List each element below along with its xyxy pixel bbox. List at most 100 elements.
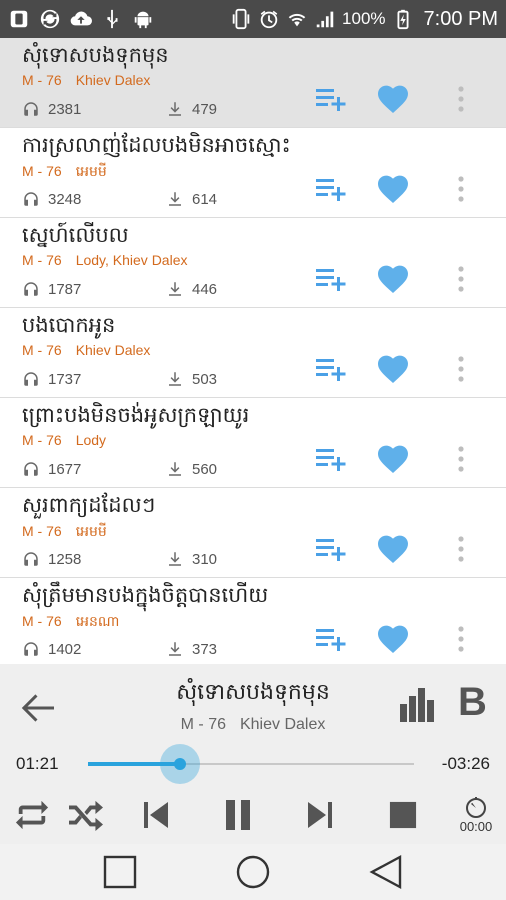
- playlist-add-icon: [316, 89, 346, 111]
- app-icon: [8, 8, 30, 30]
- playlist-add-icon: [316, 269, 346, 291]
- more-options-button[interactable]: [452, 624, 470, 654]
- more-vert-icon: [458, 176, 464, 202]
- home-button[interactable]: [233, 852, 273, 892]
- listen-count: 1258: [22, 550, 81, 568]
- song-album: M - 76: [22, 342, 62, 358]
- add-to-playlist-button[interactable]: [314, 174, 348, 204]
- b-button[interactable]: B: [458, 680, 487, 724]
- favorite-button[interactable]: [376, 352, 410, 386]
- shuffle-button[interactable]: [66, 794, 106, 836]
- previous-button[interactable]: [136, 794, 176, 836]
- song-artist: អេមមី: [75, 163, 107, 179]
- playlist-add-icon: [316, 359, 346, 381]
- download-icon: [169, 462, 181, 476]
- download-count-value: 479: [192, 100, 218, 118]
- favorite-button[interactable]: [376, 172, 410, 206]
- more-options-button[interactable]: [452, 264, 470, 294]
- listen-count-value: 3248: [48, 190, 82, 208]
- more-options-button[interactable]: [452, 534, 470, 564]
- clock: 7:00 PM: [423, 7, 498, 30]
- listen-count-value: 1787: [48, 280, 82, 298]
- download-icon: [169, 192, 181, 206]
- navigation-bar: [0, 844, 506, 900]
- listen-count: 1787: [22, 280, 81, 298]
- add-to-playlist-button[interactable]: [314, 534, 348, 564]
- circle-icon: [236, 855, 270, 889]
- more-options-button[interactable]: [452, 174, 470, 204]
- song-list[interactable]: សុំទោសបងទុកមុន M - 76 Khiev Dalex 2381 47…: [0, 38, 506, 664]
- add-to-playlist-button[interactable]: [314, 354, 348, 384]
- favorite-button[interactable]: [376, 442, 410, 476]
- song-row[interactable]: បងបោកអូន M - 76 Khiev Dalex 1737 503: [0, 308, 506, 398]
- triangle-back-icon: [369, 854, 402, 890]
- equalizer-button[interactable]: [398, 686, 436, 722]
- favorite-button[interactable]: [376, 262, 410, 296]
- add-to-playlist-button[interactable]: [314, 624, 348, 654]
- song-artist: Lody, Khiev Dalex: [75, 252, 188, 268]
- song-title: សុំត្រឹមមានបងក្នុងចិត្តបានហើយ: [22, 583, 269, 607]
- heart-icon: [378, 85, 408, 113]
- download-count: 446: [166, 280, 217, 298]
- download-icon: [169, 282, 181, 296]
- download-icon: [169, 372, 181, 386]
- favorite-button[interactable]: [376, 82, 410, 116]
- stop-button[interactable]: [382, 794, 424, 836]
- pause-button[interactable]: [218, 794, 258, 836]
- song-meta: M - 76 អេមមី: [22, 162, 107, 183]
- usb-icon: [101, 8, 123, 30]
- headphones-icon: [24, 372, 38, 386]
- recents-button[interactable]: [100, 852, 140, 892]
- song-row[interactable]: ស្នេហ៍លើបល M - 76 Lody, Khiev Dalex 1787 …: [0, 218, 506, 308]
- song-row[interactable]: សួរពាក្យដដែលៗ M - 76 អេមមី 1258 310: [0, 488, 506, 578]
- seek-bar[interactable]: [88, 744, 414, 784]
- repeat-button[interactable]: [12, 794, 52, 836]
- add-to-playlist-button[interactable]: [314, 264, 348, 294]
- now-playing-panel: សុំទោសបងទុកមុន M - 76 Khiev Dalex B 01:21…: [0, 664, 506, 844]
- listen-count-value: 2381: [48, 100, 82, 118]
- download-count-value: 310: [192, 550, 218, 568]
- song-album: M - 76: [22, 163, 62, 179]
- heart-icon: [378, 445, 408, 473]
- song-artist: អេនណា: [75, 613, 120, 629]
- download-count-value: 614: [192, 190, 218, 208]
- song-row[interactable]: សុំត្រឹមមានបងក្នុងចិត្តបានហើយ M - 76 អេនណ…: [0, 578, 506, 664]
- back-nav-button[interactable]: [366, 852, 406, 892]
- playlist-add-icon: [316, 539, 346, 561]
- next-button[interactable]: [300, 794, 340, 836]
- song-row[interactable]: ការស្រលាញ់ដែលបងមិនអាចស្មោះ M - 76 អេមមី 3…: [0, 128, 506, 218]
- listen-count-value: 1677: [48, 460, 82, 478]
- headphones-icon: [24, 552, 38, 566]
- download-icon: [169, 642, 181, 656]
- shuffle-icon: [69, 800, 103, 832]
- alarm-icon: [258, 8, 280, 30]
- status-bar: 100% 7:00 PM: [0, 0, 506, 38]
- sleep-timer-button[interactable]: 00:00: [452, 790, 500, 838]
- favorite-button[interactable]: [376, 622, 410, 656]
- add-to-playlist-button[interactable]: [314, 444, 348, 474]
- headphones-icon: [24, 282, 38, 296]
- now-playing-artist: Khiev Dalex: [239, 716, 326, 733]
- listen-count: 2381: [22, 100, 81, 118]
- song-row[interactable]: សុំទោសបងទុកមុន M - 76 Khiev Dalex 2381 47…: [0, 38, 506, 128]
- more-options-button[interactable]: [452, 444, 470, 474]
- song-row[interactable]: ព្រោះបងមិនចង់អូសក្រឡាយូរ M - 76 Lody 1677…: [0, 398, 506, 488]
- more-options-button[interactable]: [452, 354, 470, 384]
- add-to-playlist-button[interactable]: [314, 84, 348, 114]
- song-album: M - 76: [22, 252, 62, 268]
- playlist-add-icon: [316, 179, 346, 201]
- sleep-timer-value: 00:00: [459, 818, 493, 834]
- seek-thumb[interactable]: [160, 744, 201, 784]
- more-vert-icon: [458, 446, 464, 472]
- heart-icon: [378, 355, 408, 383]
- listen-count-value: 1737: [48, 370, 82, 388]
- more-options-button[interactable]: [452, 84, 470, 114]
- listen-count: 1737: [22, 370, 81, 388]
- playlist-add-icon: [316, 449, 346, 471]
- heart-icon: [378, 265, 408, 293]
- favorite-button[interactable]: [376, 532, 410, 566]
- song-artist: អេមមី: [75, 523, 107, 539]
- signal-icon: [314, 8, 336, 30]
- android-icon: [132, 8, 154, 30]
- remaining-time: -03:26: [441, 754, 490, 773]
